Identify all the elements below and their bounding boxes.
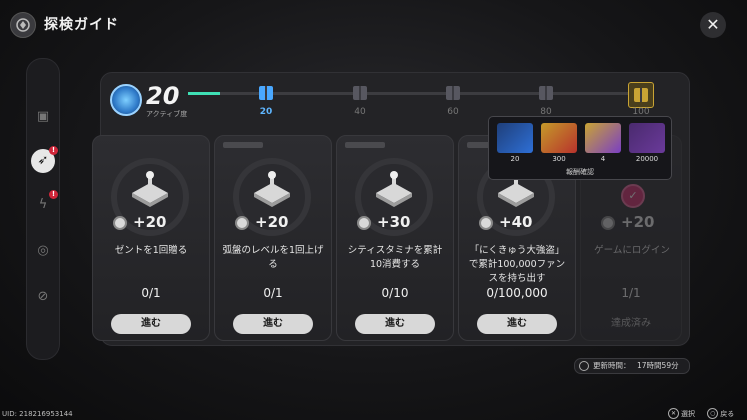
calendar-icon: ▣	[36, 109, 50, 124]
progress-track	[188, 92, 628, 95]
milestone-label: 40	[354, 107, 366, 117]
circle-button-icon: ○	[707, 408, 719, 419]
completed-label: 達成済み	[611, 318, 651, 329]
activity-token-icon	[235, 216, 249, 230]
key-icon	[629, 123, 665, 153]
gift-icon	[634, 88, 648, 102]
reward-qty: 300	[552, 155, 566, 163]
polychrome-icon	[497, 123, 533, 153]
activity-token-icon	[113, 216, 127, 230]
lightning-icon: ϟ	[38, 197, 48, 212]
reward-value: +40	[499, 213, 533, 231]
reward-item: 300	[541, 123, 577, 163]
hamster-ticket-icon	[541, 123, 577, 153]
milestone-20[interactable]: 20	[257, 86, 275, 117]
task-description: ゼントを1回贈る	[114, 245, 188, 256]
card-tag	[345, 142, 385, 148]
milestone-40[interactable]: 40	[351, 86, 369, 117]
activity-token-icon	[357, 216, 371, 230]
go-button[interactable]: 進む	[111, 314, 191, 334]
activity-value: 20	[146, 82, 180, 110]
task-progress: 1/1	[621, 286, 641, 300]
task-card[interactable]: +30 シティスタミナを累計10消費する 0/10 進む	[336, 135, 454, 341]
check-icon: ✓	[621, 184, 645, 208]
sidebar: ▣ ➶! ϟ! ◎ ⊘	[26, 58, 60, 360]
reward-item: 20	[497, 123, 533, 163]
page-title: 探検ガイド	[44, 17, 119, 33]
top-bar: 探検ガイド ✕	[0, 0, 747, 50]
task-description: 弧盤のレベルを1回上げる	[222, 245, 324, 270]
clock-icon	[579, 361, 589, 371]
update-label: 更新時間：	[593, 361, 631, 370]
cross-button-icon: ✕	[668, 408, 679, 419]
notification-badge: !	[49, 190, 58, 199]
task-progress: 0/10	[381, 286, 409, 300]
hint-select[interactable]: 選択	[681, 410, 695, 418]
update-time: 更新時間： 17時間59分	[574, 358, 690, 374]
reward-qty: 20000	[635, 155, 659, 163]
milestone-label: 20	[259, 107, 273, 117]
task-description: 「にくきゅう大強盗」で累計100,000ファンスを持ち出す	[468, 245, 566, 284]
guide-logo-icon	[10, 12, 36, 38]
card-tag	[223, 142, 263, 148]
hint-back[interactable]: 戻る	[720, 410, 734, 418]
go-button[interactable]: 進む	[233, 314, 313, 334]
reward-item: 4	[585, 123, 621, 163]
milestone-80[interactable]: 80	[537, 86, 555, 117]
reward-preview-popup: 20 300 4 20000 報酬確認	[488, 116, 672, 180]
reward-qty: 20	[510, 155, 520, 163]
task-description: ゲームにログイン	[594, 245, 670, 256]
task-progress: 0/100,000	[486, 286, 548, 300]
material-orb-icon	[585, 123, 621, 153]
target-icon: ◎	[37, 243, 49, 258]
milestone-100[interactable]: 100	[628, 82, 654, 117]
controller-hints: ✕ 選択 ○ 戻る	[668, 408, 744, 419]
milestone-60[interactable]: 60	[444, 86, 462, 117]
task-progress: 0/1	[263, 286, 283, 300]
gift-icon	[446, 86, 460, 100]
task-progress: 0/1	[141, 286, 161, 300]
joystick-icon	[132, 171, 168, 207]
notification-badge: !	[49, 146, 58, 155]
activity-medal-icon	[110, 84, 142, 116]
reward-confirm-label: 報酬確認	[566, 168, 594, 176]
activity-token-icon	[601, 216, 615, 230]
milestone-label: 60	[447, 107, 459, 117]
gift-icon	[353, 86, 367, 100]
runner-icon: ➶	[37, 153, 49, 168]
progress-fill	[188, 92, 220, 95]
joystick-icon	[376, 171, 412, 207]
go-button[interactable]: 進む	[477, 314, 557, 334]
reward-value: +20	[255, 213, 289, 231]
gift-icon	[259, 86, 273, 100]
sidebar-item-calendar[interactable]: ▣	[31, 105, 55, 129]
reward-value: +20	[133, 213, 167, 231]
sidebar-item-compass[interactable]: ⊘	[31, 285, 55, 309]
joystick-icon	[254, 171, 290, 207]
task-card[interactable]: +20 弧盤のレベルを1回上げる 0/1 進む	[214, 135, 332, 341]
close-button[interactable]: ✕	[700, 12, 726, 38]
task-description: シティスタミナを累計10消費する	[347, 245, 443, 270]
reward-qty: 4	[600, 155, 606, 163]
sidebar-item-target[interactable]: ◎	[31, 239, 55, 263]
task-card[interactable]: +20 ゼントを1回贈る 0/1 進む	[92, 135, 210, 341]
gift-icon	[539, 86, 553, 100]
update-value: 17時間59分	[637, 361, 679, 370]
reward-item: 20000	[629, 123, 665, 163]
sidebar-item-lightning[interactable]: ϟ!	[31, 190, 58, 217]
compass-icon: ⊘	[37, 289, 49, 304]
go-button[interactable]: 進む	[355, 314, 435, 334]
sidebar-item-runner[interactable]: ➶!	[31, 146, 58, 173]
reward-value: +30	[377, 213, 411, 231]
reward-value: +20	[621, 213, 655, 231]
activity-label: アクティブ度	[146, 110, 188, 118]
activity-token-icon	[479, 216, 493, 230]
user-id: UID: 218216953144	[2, 410, 73, 418]
